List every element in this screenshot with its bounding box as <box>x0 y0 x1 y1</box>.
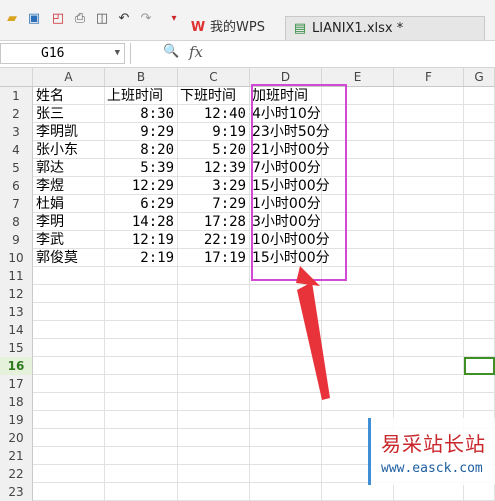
watermark-url: www.easck.com <box>381 461 483 476</box>
cell-a23[interactable] <box>33 483 105 501</box>
watermark-title: 易采站长站 <box>381 432 486 456</box>
cell-e23[interactable] <box>322 483 394 501</box>
cell-f23[interactable] <box>394 483 464 501</box>
row-header[interactable]: 23 <box>0 483 33 501</box>
cell-c23[interactable] <box>178 483 250 501</box>
cell-b23[interactable] <box>105 483 178 501</box>
table-row: 23 <box>0 483 495 501</box>
cell-d23[interactable] <box>250 483 322 501</box>
annotation-arrow-icon <box>296 266 330 400</box>
cell-g23[interactable] <box>464 483 495 501</box>
watermark: 易采站长站 www.easck.com <box>368 418 495 485</box>
